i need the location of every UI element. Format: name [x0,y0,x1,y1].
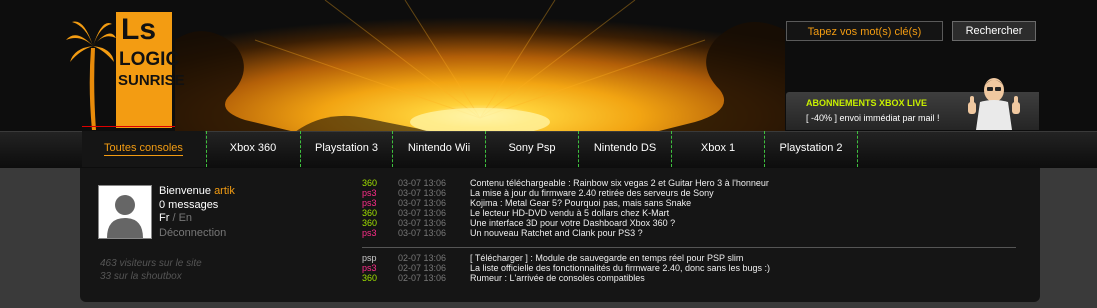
nav-item-toutes-consoles[interactable]: Toutes consoles [82,131,205,167]
news-title[interactable]: Rumeur : L'arrivée de consoles compatibl… [470,273,645,283]
news-platform: 360 [362,273,378,283]
sunrise-banner [175,0,785,132]
logout-link[interactable]: Déconnection [159,227,226,239]
nav-item-nintendo-ds[interactable]: Nintendo DS [579,131,671,167]
username-link[interactable]: artik [214,185,235,197]
news-title[interactable]: Un nouveau Ratchet and Clank pour PS3 ? [470,228,643,238]
promo-subtitle: [ -40% ] envoi immédiat par mail ! [806,113,940,123]
promo-title: ABONNEMENTS XBOX LIVE [806,98,928,108]
messages-link[interactable]: 0 messages [159,199,218,211]
lang-fr-link[interactable]: Fr [159,212,169,224]
news-title[interactable]: La mise à jour du firmware 2.40 retirée … [470,188,714,198]
search-button[interactable]: Rechercher [952,21,1036,41]
nav-label: Nintendo Wii [407,142,471,154]
news-title[interactable]: Une interface 3D pour votre Dashboard Xb… [470,218,675,228]
news-title[interactable]: [ Télécharger ] : Module de sauvegarde e… [470,253,743,263]
nav-label: Xbox 360 [229,142,277,154]
shoutbox-stat: 33 sur la shoutbox [100,271,182,282]
news-row[interactable]: 360 02-07 13:06 Rumeur : L'arrivée de cons… [362,273,645,284]
header: Ls LOGIC SUNRISE Tapez vos mot(s) clé(s)… [0,0,1097,132]
nav-separator [857,131,858,167]
logo-line-3: SUNRISE [118,72,185,89]
language-switch: Fr / En [159,212,192,224]
logo-line-1: Ls [121,13,157,46]
palm-tree-icon [66,21,116,130]
nav-label: Playstation 2 [779,142,843,154]
avatar[interactable] [98,185,152,239]
nav-item-sony-psp[interactable]: Sony Psp [486,131,578,167]
nav-label: Sony Psp [508,142,556,154]
news-title[interactable]: Contenu téléchargeable : Rainbow six veg… [470,178,769,188]
news-date: 02-07 13:06 [398,273,447,283]
nav-item-xbox-360[interactable]: Xbox 360 [207,131,299,167]
visitors-stat: 463 visiteurs sur le site [100,258,202,269]
news-divider [362,247,1016,248]
search-input[interactable]: Tapez vos mot(s) clé(s) [786,21,943,41]
welcome-line: Bienvenue artik [159,185,235,197]
news-title[interactable]: Le lecteur HD-DVD vendu à 5 dollars chez… [470,208,669,218]
nav-item-xbox-1[interactable]: Xbox 1 [672,131,764,167]
lang-en-link[interactable]: En [179,212,192,224]
news-title[interactable]: Kojima : Metal Gear 5? Pourquoi pas, mai… [470,198,691,208]
news-platform: ps3 [362,228,377,238]
nav-item-nintendo-wii[interactable]: Nintendo Wii [393,131,485,167]
user-silhouette-icon [99,186,151,238]
nav-label: Nintendo DS [593,142,657,154]
lang-separator: / [169,212,179,224]
news-title[interactable]: La liste officielle des fonctionnalités … [470,263,770,273]
nav-item-playstation-2[interactable]: Playstation 2 [765,131,857,167]
xbox-avatar-icon [968,78,1020,130]
nav-label: Toutes consoles [104,142,183,156]
welcome-label: Bienvenue [159,185,211,197]
news-date: 03-07 13:06 [398,228,447,238]
nav-label: Xbox 1 [700,142,736,154]
nav-item-playstation-3[interactable]: Playstation 3 [301,131,392,167]
nav-label: Playstation 3 [315,142,378,154]
news-row[interactable]: ps3 03-07 13:06 Un nouveau Ratchet and Cla… [362,228,643,239]
logo-line-2: LOGIC [119,49,180,70]
